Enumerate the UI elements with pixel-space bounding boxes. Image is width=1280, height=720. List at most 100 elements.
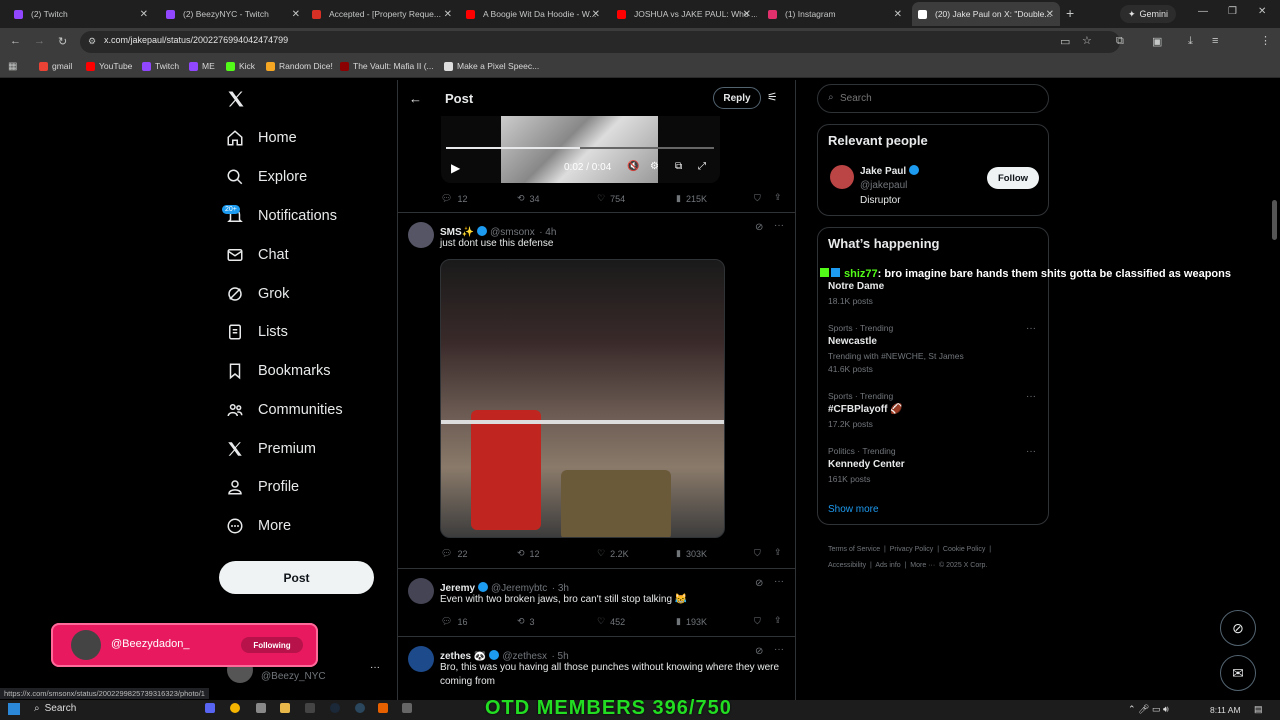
site-info-icon[interactable]: ⚙	[88, 36, 96, 47]
scrollbar-thumb[interactable]	[1272, 200, 1277, 240]
nav-grok[interactable]: Grok	[226, 285, 289, 303]
nav-premium[interactable]: Premium	[226, 440, 316, 458]
apps-grid-icon[interactable]: ▦	[8, 61, 17, 72]
menu-kebab-icon[interactable]: ⋮	[1260, 34, 1271, 47]
app-icon[interactable]	[378, 703, 388, 713]
more-icon[interactable]: ···	[1026, 446, 1036, 457]
avatar[interactable]	[408, 222, 434, 248]
view-count[interactable]: ▮ 193K	[676, 616, 707, 627]
folder-icon[interactable]	[280, 703, 290, 713]
more-icon[interactable]: ···	[774, 644, 784, 655]
accessibility-link[interactable]: Accessibility	[828, 562, 866, 569]
nav-more[interactable]: More	[226, 517, 291, 535]
reload-icon[interactable]: ↻	[58, 35, 67, 48]
bookmark-vault[interactable]: The Vault: Mafia II (...	[340, 61, 434, 71]
nav-bookmarks[interactable]: Bookmarks	[226, 362, 331, 380]
nav-explore[interactable]: Explore	[226, 168, 307, 186]
discord-icon[interactable]	[205, 703, 215, 713]
trend-title[interactable]: Notre Dame	[828, 281, 884, 292]
taskbar-search[interactable]: ⌕ Search	[34, 703, 76, 714]
back-icon[interactable]: ←	[10, 35, 21, 47]
download-icon[interactable]: ⤓	[1188, 35, 1193, 48]
more-icon[interactable]: ···	[774, 220, 784, 231]
bookmark-icon[interactable]: ⛉	[754, 548, 761, 559]
sidepanel-icon[interactable]: ▣	[1152, 35, 1162, 48]
messages-float-button[interactable]: ✉	[1220, 655, 1256, 691]
avatar[interactable]	[408, 646, 434, 672]
bookmark-twitch[interactable]: Twitch	[142, 61, 179, 71]
nav-lists[interactable]: Lists	[226, 323, 288, 341]
reply-count[interactable]: 💬︎ 16	[441, 616, 467, 627]
browser-tab-active[interactable]: (20) Jake Paul on X: "Double... ✕	[912, 2, 1060, 26]
follow-button[interactable]: Follow	[987, 167, 1039, 189]
search-input[interactable]	[840, 90, 1040, 107]
more-icon[interactable]: ···	[1026, 391, 1036, 402]
reply-count[interactable]: 💬︎ 22	[441, 548, 467, 559]
browser-tab[interactable]: A Boogie Wit Da Hoodie - W... ✕	[460, 2, 606, 26]
bookmark-random-dice[interactable]: Random Dice!	[266, 61, 333, 71]
grok-float-button[interactable]: ⊘	[1220, 610, 1256, 646]
restore-icon[interactable]: ❐	[1228, 6, 1237, 17]
browser-tab[interactable]: (2) Twitch ✕	[8, 2, 154, 26]
more-link[interactable]: More ···	[910, 562, 935, 569]
show-more-link[interactable]: Show more	[828, 504, 879, 515]
repost-count[interactable]: ⟲ 3	[517, 616, 535, 627]
close-tab-icon[interactable]: ✕	[444, 9, 452, 20]
browser-tab[interactable]: (1) Instagram ✕	[762, 2, 908, 26]
close-tab-icon[interactable]: ✕	[592, 9, 600, 20]
close-tab-icon[interactable]: ✕	[1046, 9, 1054, 20]
pip-icon[interactable]: ⧉	[675, 161, 682, 172]
avatar[interactable]	[830, 165, 854, 189]
settings-sliders-icon[interactable]: ⚟	[767, 90, 778, 104]
steam-icon[interactable]	[330, 703, 340, 713]
like-count[interactable]: ♡ 2.2K	[597, 548, 629, 559]
tray-icons[interactable]: ⌃ 🎤︎ ▭ 🔊︎	[1128, 704, 1169, 715]
app-icon[interactable]	[256, 703, 266, 713]
trend-title[interactable]: Newcastle	[828, 336, 877, 347]
browser-tab[interactable]: Accepted - [Property Reque... ✕	[306, 2, 458, 26]
repost-count[interactable]: ⟲ 34	[517, 193, 540, 204]
view-count[interactable]: ▮ 303K	[676, 548, 707, 559]
post-image[interactable]	[440, 259, 725, 538]
video-player[interactable]: ▶ 0:02 / 0:04 🔇 ⚙ ⧉ ⤢	[441, 116, 720, 183]
account-menu-icon[interactable]: ···	[370, 662, 380, 673]
app-icon[interactable]	[402, 703, 412, 713]
trend-with[interactable]: Trending with #NEWCHE, St James	[828, 351, 964, 361]
cast-icon[interactable]: ▭	[1060, 35, 1070, 48]
close-tab-icon[interactable]: ✕	[894, 9, 902, 20]
minimize-icon[interactable]: —	[1198, 6, 1208, 17]
chrome-icon[interactable]	[230, 703, 240, 713]
bookmark-star-icon[interactable]: ☆	[1082, 34, 1092, 47]
avatar[interactable]	[408, 578, 434, 604]
video-progress-track[interactable]	[446, 147, 714, 149]
reply-count[interactable]: 💬︎ 12	[441, 193, 467, 204]
more-icon[interactable]: ···	[1026, 323, 1036, 334]
view-count[interactable]: ▮ 215K	[676, 193, 707, 204]
grok-icon[interactable]: ⊘	[755, 646, 763, 657]
new-tab-button[interactable]: +	[1066, 5, 1074, 21]
x-logo-icon[interactable]	[226, 89, 246, 114]
nav-communities[interactable]: Communities	[226, 401, 343, 419]
like-count[interactable]: ♡ 452	[597, 616, 625, 627]
share-icon[interactable]: ⇪	[774, 547, 782, 558]
bookmark-icon[interactable]: ⛉	[754, 616, 761, 627]
close-tab-icon[interactable]: ✕	[292, 9, 300, 20]
browser-tab[interactable]: (2) BeezyNYC - Twitch ✕	[160, 2, 306, 26]
bookmark-kick[interactable]: Kick	[226, 61, 255, 71]
forward-icon[interactable]: →	[34, 35, 45, 47]
nav-profile[interactable]: Profile	[226, 478, 299, 496]
grok-icon[interactable]: ⊘	[755, 578, 763, 589]
more-icon[interactable]: ···	[774, 576, 784, 587]
nav-notifications[interactable]: Notifications	[226, 207, 337, 225]
close-tab-icon[interactable]: ✕	[743, 9, 751, 20]
close-tab-icon[interactable]: ✕	[140, 9, 148, 20]
bookmark-gmail[interactable]: gmail	[39, 61, 72, 71]
notification-center-icon[interactable]: ▤	[1254, 704, 1263, 715]
nav-chat[interactable]: Chat	[226, 246, 289, 264]
post-button[interactable]: Post	[219, 561, 374, 594]
fullscreen-icon[interactable]: ⤢	[698, 161, 706, 172]
terminal-icon[interactable]	[305, 703, 315, 713]
mute-icon[interactable]: 🔇	[627, 161, 639, 172]
bookmark-icon[interactable]: ⛉	[754, 193, 761, 204]
display-name[interactable]: Jake Paul	[860, 165, 922, 177]
